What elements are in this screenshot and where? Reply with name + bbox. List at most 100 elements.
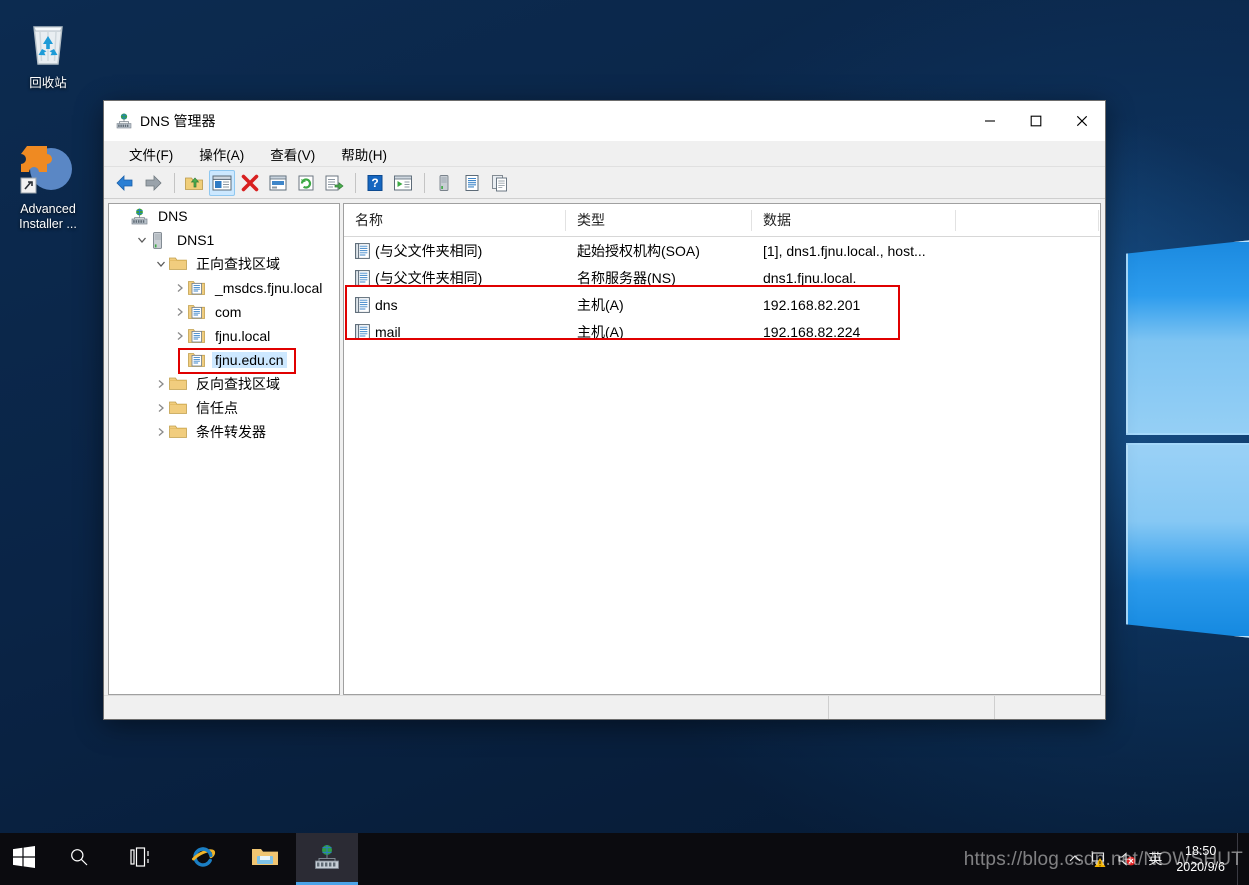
taskbar[interactable]: 英 18:50 2020/9/6 — [0, 833, 1249, 885]
menu-view[interactable]: 查看(V) — [261, 141, 324, 167]
column-header-数据[interactable]: 数据 — [752, 204, 956, 237]
show-hide-console-tree-button[interactable] — [209, 169, 235, 196]
copy-button[interactable] — [487, 170, 513, 196]
internet-explorer-button[interactable] — [172, 833, 234, 885]
delete-button[interactable] — [237, 170, 263, 196]
forward-button[interactable] — [140, 170, 166, 196]
tree-item-信任点[interactable]: 信任点 — [109, 396, 339, 420]
clock[interactable]: 18:50 2020/9/6 — [1170, 833, 1237, 885]
recycle-bin-icon — [2, 14, 94, 72]
column-header-名称[interactable]: 名称 — [344, 204, 566, 237]
new-zone-button[interactable] — [459, 170, 485, 196]
menu-action[interactable]: 操作(A) — [190, 141, 253, 167]
record-data: [1], dns1.fjnu.local., host... — [763, 242, 926, 259]
search-icon — [69, 847, 89, 872]
maximize-button[interactable] — [1013, 101, 1059, 141]
dns-record-icon — [355, 323, 370, 340]
menubar[interactable]: 文件(F) 操作(A) 查看(V) 帮助(H) — [104, 141, 1105, 167]
tree-item-正向查找区域[interactable]: 正向查找区域 — [109, 252, 339, 276]
dns-root-icon — [131, 208, 149, 225]
chevron-right-icon[interactable] — [172, 304, 188, 320]
tree-item-com[interactable]: com — [109, 300, 339, 324]
system-tray[interactable]: 英 18:50 2020/9/6 — [1062, 833, 1249, 885]
chevron-right-icon[interactable] — [153, 424, 169, 440]
ime-indicator[interactable]: 英 — [1140, 833, 1170, 885]
chevron-right-icon[interactable] — [153, 400, 169, 416]
svg-text:?: ? — [371, 176, 378, 190]
volume-icon[interactable] — [1114, 833, 1140, 885]
window-titlebar[interactable]: DNS 管理器 — [104, 101, 1105, 141]
table-row[interactable]: dns 主机(A) 192.168.82.201 — [344, 291, 1100, 318]
chevron-down-icon[interactable] — [134, 232, 150, 248]
tree-item-label: DNS1 — [177, 232, 215, 248]
chevron-right-icon[interactable] — [172, 280, 188, 296]
server-icon — [150, 231, 168, 249]
tree-item-DNS1[interactable]: DNS1 — [109, 228, 339, 252]
menu-file[interactable]: 文件(F) — [120, 141, 182, 167]
column-header-label: 数据 — [763, 212, 791, 228]
records-list-pane[interactable]: 名称 类型 数据 (与父文件夹相同) 起始授权机构(SOA) [1], dns1.fjn… — [343, 203, 1101, 695]
windows-logo-icon — [13, 845, 35, 873]
chevron-right-icon[interactable] — [172, 328, 188, 344]
tree-item-反向查找区域[interactable]: 反向查找区域 — [109, 372, 339, 396]
tree-item-DNS[interactable]: DNS — [109, 204, 339, 228]
table-row[interactable]: mail 主机(A) 192.168.82.224 — [344, 318, 1100, 345]
chevron-right-icon[interactable] — [153, 376, 169, 392]
properties-button[interactable] — [265, 170, 291, 196]
tree-item-_msdcs.fjnu.local[interactable]: _msdcs.fjnu.local — [109, 276, 339, 300]
tree-item-条件转发器[interactable]: 条件转发器 — [109, 420, 339, 444]
window-body: DNS DNS1 正向查找区域 _msdcs.fjnu.localcom fjnu.lo… — [104, 199, 1105, 695]
help-button[interactable]: ? — [362, 170, 388, 196]
column-header-label: 名称 — [355, 212, 383, 228]
records-list[interactable]: (与父文件夹相同) 起始授权机构(SOA) [1], dns1.fjnu.local… — [344, 237, 1100, 694]
status-bar — [104, 695, 1105, 719]
record-name-cell: (与父文件夹相同) — [344, 241, 566, 261]
record-name-cell: (与父文件夹相同) — [344, 268, 566, 288]
window-title: DNS 管理器 — [140, 113, 216, 129]
minimize-button[interactable] — [967, 101, 1013, 141]
tree-item-label: DNS — [158, 208, 188, 224]
record-data: 192.168.82.201 — [763, 296, 861, 313]
table-row[interactable]: (与父文件夹相同) 起始授权机构(SOA) [1], dns1.fjnu.local… — [344, 237, 1100, 264]
task-view-button[interactable] — [110, 833, 172, 885]
network-status-icon[interactable] — [1088, 833, 1114, 885]
show-desktop-button[interactable] — [1237, 833, 1245, 885]
status-pane-3 — [995, 696, 1105, 719]
menu-help[interactable]: 帮助(H) — [332, 141, 396, 167]
folder-icon — [251, 845, 279, 874]
desktop-icon-advanced-installer[interactable]: Advanced Installer ... — [2, 140, 94, 232]
dns-manager-taskbar-button[interactable] — [296, 833, 358, 885]
column-header-blank[interactable] — [956, 204, 1099, 237]
status-pane-1 — [104, 696, 829, 719]
refresh-button[interactable] — [293, 170, 319, 196]
list-column-headers[interactable]: 名称 类型 数据 — [344, 204, 1100, 237]
record-type: 起始授权机构(SOA) — [577, 242, 700, 259]
desktop[interactable]: 回收站 Advanced Installer ... DNS 管理器 文件(F)… — [0, 0, 1249, 885]
tree-item-fjnu.edu.cn[interactable]: fjnu.edu.cn — [109, 348, 339, 372]
close-button[interactable] — [1059, 101, 1105, 141]
start-button[interactable] — [0, 833, 48, 885]
record-type-cell: 名称服务器(NS) — [566, 268, 752, 288]
tree-item-label: _msdcs.fjnu.local — [215, 280, 323, 296]
search-button[interactable] — [48, 833, 110, 885]
export-list-button[interactable] — [321, 170, 347, 196]
record-name-cell: dns — [344, 297, 566, 313]
zone-icon — [188, 304, 206, 321]
new-server-button[interactable] — [431, 170, 457, 196]
console-tree-list[interactable]: DNS DNS1 正向查找区域 _msdcs.fjnu.localcom fjnu.lo… — [109, 204, 339, 444]
run-button[interactable] — [390, 170, 416, 196]
table-row[interactable]: (与父文件夹相同) 名称服务器(NS) dns1.fjnu.local. — [344, 264, 1100, 291]
file-explorer-button[interactable] — [234, 833, 296, 885]
back-button[interactable] — [112, 170, 138, 196]
tree-item-fjnu.local[interactable]: fjnu.local — [109, 324, 339, 348]
show-hidden-icons-button[interactable] — [1062, 833, 1088, 885]
column-header-类型[interactable]: 类型 — [566, 204, 752, 237]
desktop-icon-recycle-bin[interactable]: 回收站 — [2, 14, 94, 91]
up-one-level-button[interactable] — [181, 170, 207, 196]
puzzle-shortcut-icon — [2, 140, 94, 198]
toolbar[interactable]: ? — [104, 167, 1105, 199]
console-tree[interactable]: DNS DNS1 正向查找区域 _msdcs.fjnu.localcom fjnu.lo… — [108, 203, 340, 695]
record-data-cell: 192.168.82.201 — [752, 297, 956, 313]
chevron-down-icon[interactable] — [153, 256, 169, 272]
dns-manager-window[interactable]: DNS 管理器 文件(F) 操作(A) 查看(V) 帮助(H) ? DNS DN… — [103, 100, 1106, 720]
